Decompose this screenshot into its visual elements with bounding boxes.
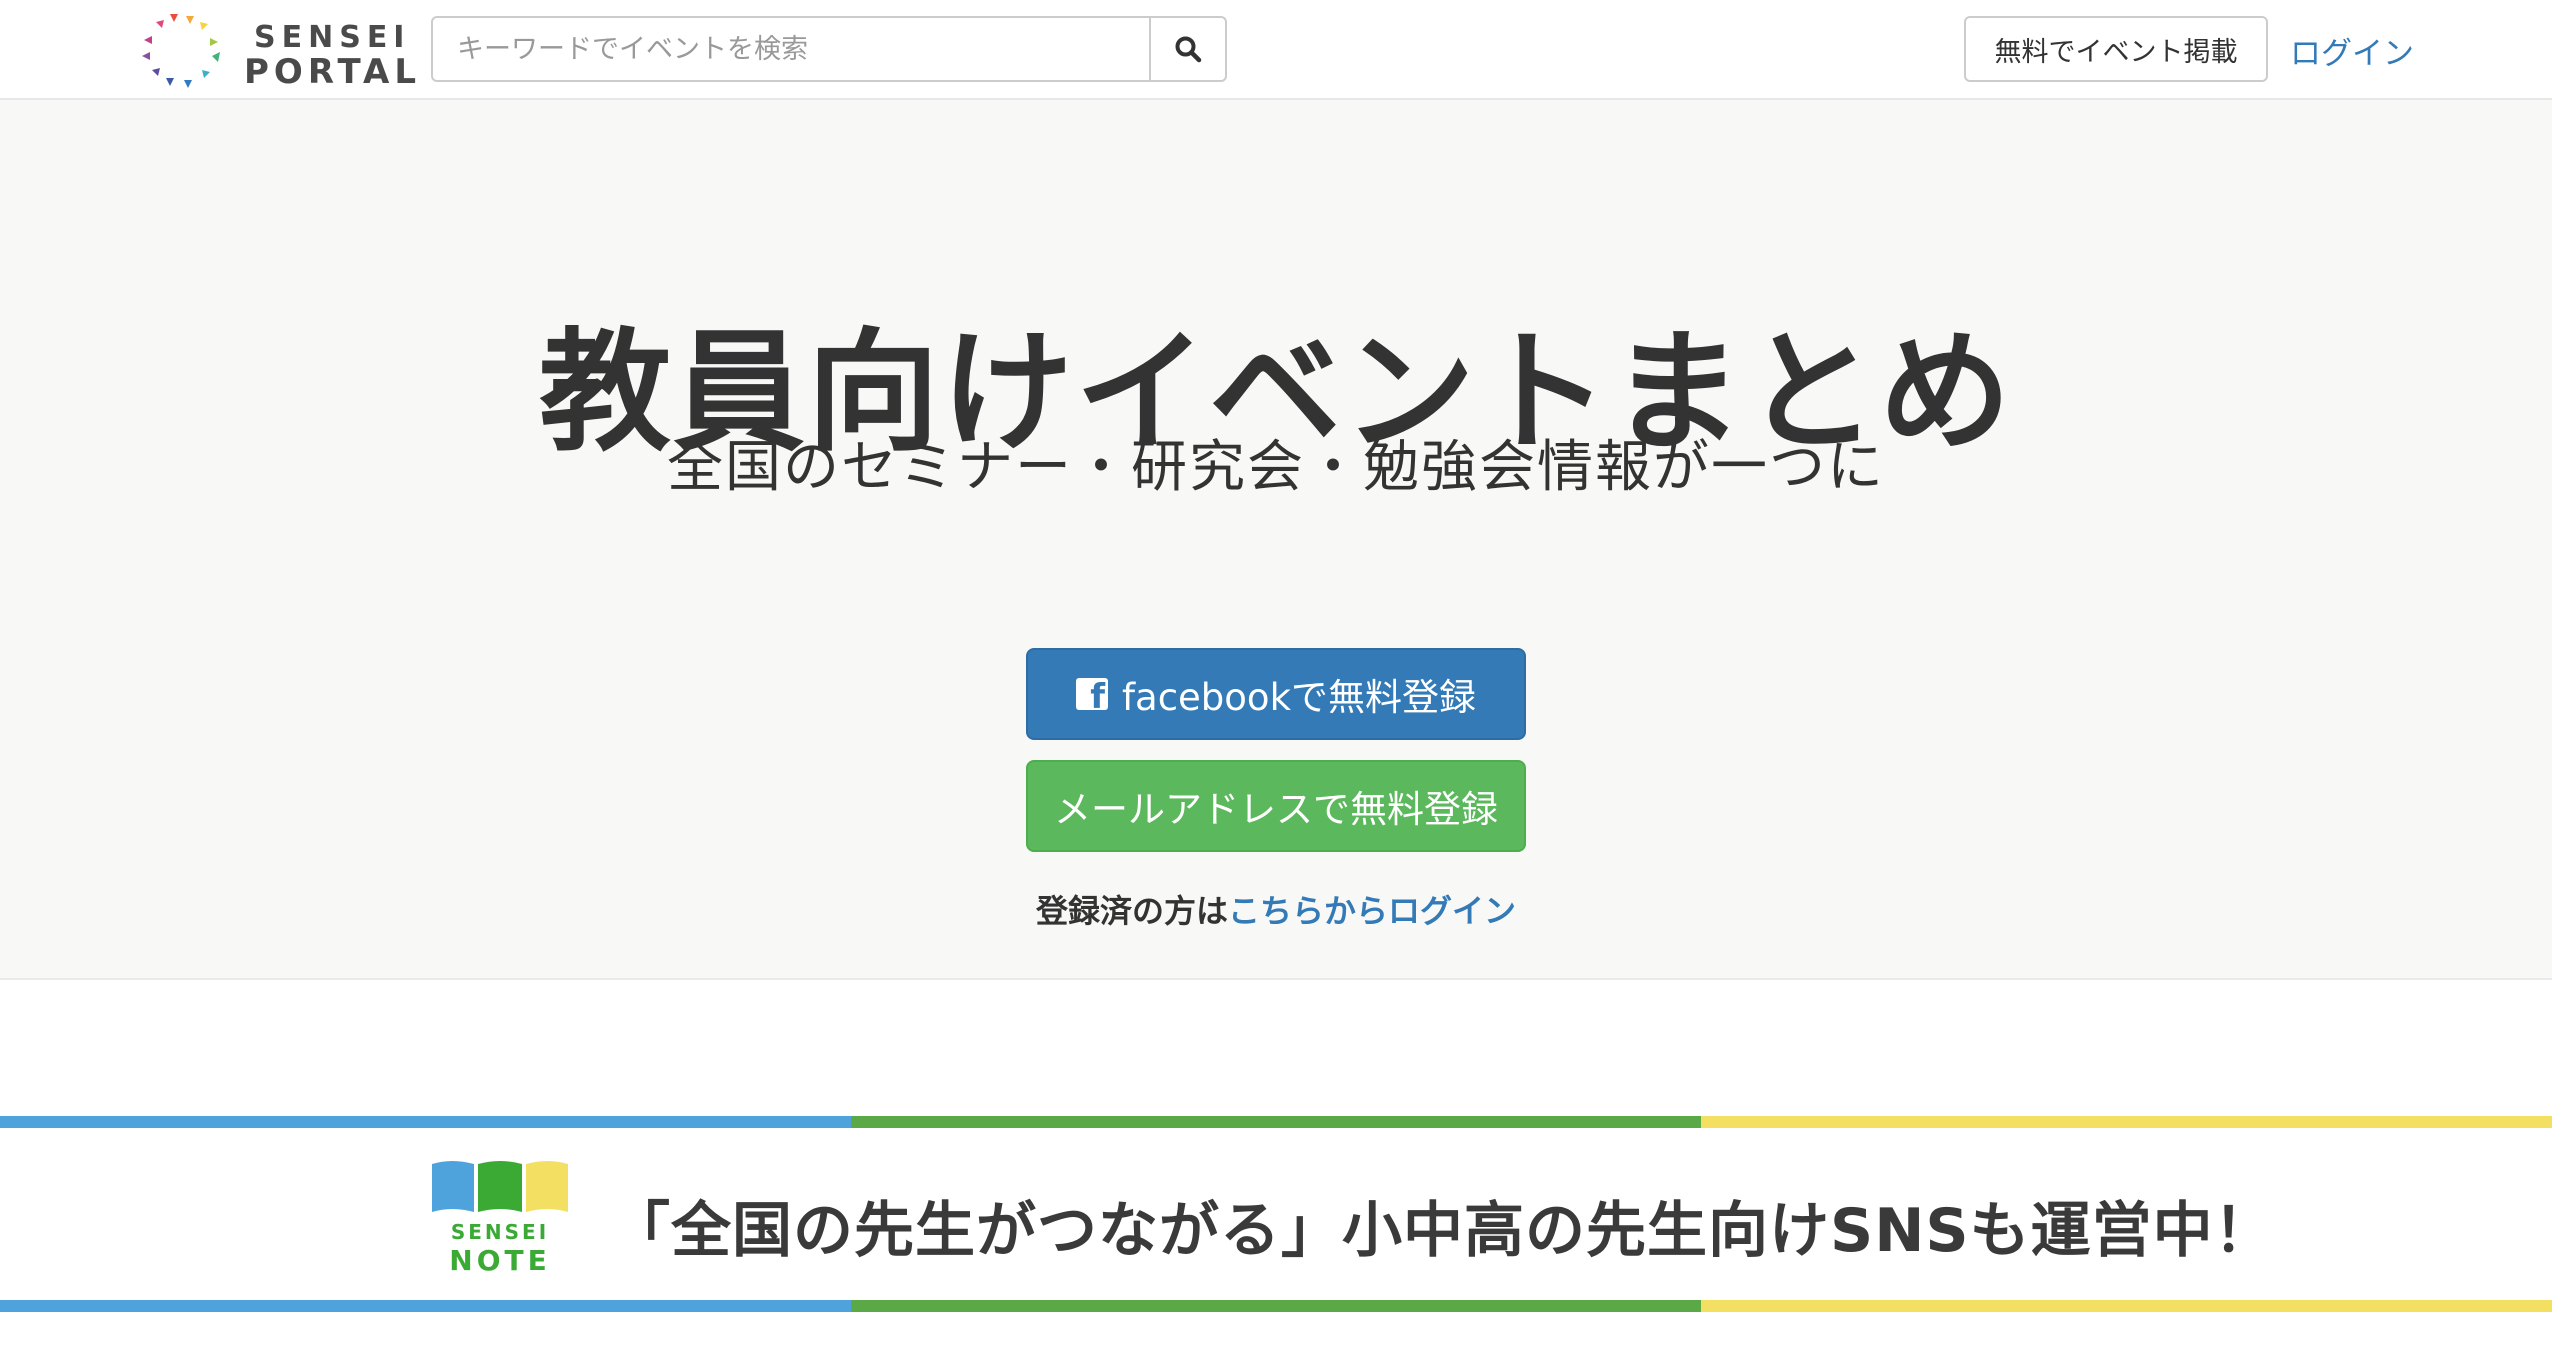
facebook-icon-letter: f <box>1090 677 1105 717</box>
banner-text: 「全国の先生がつながる」小中高の先生向けSNSも運営中！ <box>610 1196 2275 1266</box>
logo-triangles-icon <box>142 14 220 88</box>
search-button[interactable] <box>1149 18 1225 80</box>
registered-login-text: 登録済の方はこちらからログイン <box>0 886 2552 932</box>
hero-section: 教員向けイベントまとめ 全国のセミナー・研究会・勉強会情報が一つに f face… <box>0 100 2552 980</box>
hero-subtitle: 全国のセミナー・研究会・勉強会情報が一つに <box>667 435 1885 500</box>
banner-stripe-top <box>0 1116 2552 1128</box>
sensei-note-logo: SENSEI NOTE <box>430 1158 570 1277</box>
post-event-button[interactable]: 無料でイベント掲載 <box>1964 16 2268 82</box>
registered-prefix: 登録済の方は <box>1035 892 1228 930</box>
banner-stripe-bottom <box>0 1300 2552 1312</box>
email-register-label: メールアドレスで無料登録 <box>1054 788 1498 831</box>
site-header: SENSEI PORTAL 無料でイベント掲載 ログイン <box>0 0 2552 100</box>
note-logo-note: NOTE <box>449 1244 551 1277</box>
header-login-link[interactable]: ログイン <box>2290 28 2414 73</box>
search-input[interactable] <box>433 18 1149 80</box>
facebook-register-label: facebookで無料登録 <box>1122 676 1476 719</box>
sensei-portal-logo[interactable]: SENSEI PORTAL <box>140 12 416 92</box>
logo-text-portal: PORTAL <box>244 52 422 92</box>
registered-login-link[interactable]: こちらからログイン <box>1228 892 1516 930</box>
note-logo-sensei: SENSEI <box>450 1220 550 1244</box>
book-icon <box>432 1161 568 1212</box>
search-icon <box>1175 36 1202 63</box>
sensei-note-banner[interactable]: SENSEI NOTE 「全国の先生がつながる」小中高の先生向けSNSも運営中！ <box>0 1116 2552 1312</box>
email-register-button[interactable]: メールアドレスで無料登録 <box>1026 760 1526 852</box>
logo-text-sensei: SENSEI <box>254 20 411 55</box>
facebook-icon: f <box>1076 678 1108 714</box>
facebook-register-button[interactable]: f facebookで無料登録 <box>1026 648 1526 740</box>
search-bar <box>431 16 1227 82</box>
